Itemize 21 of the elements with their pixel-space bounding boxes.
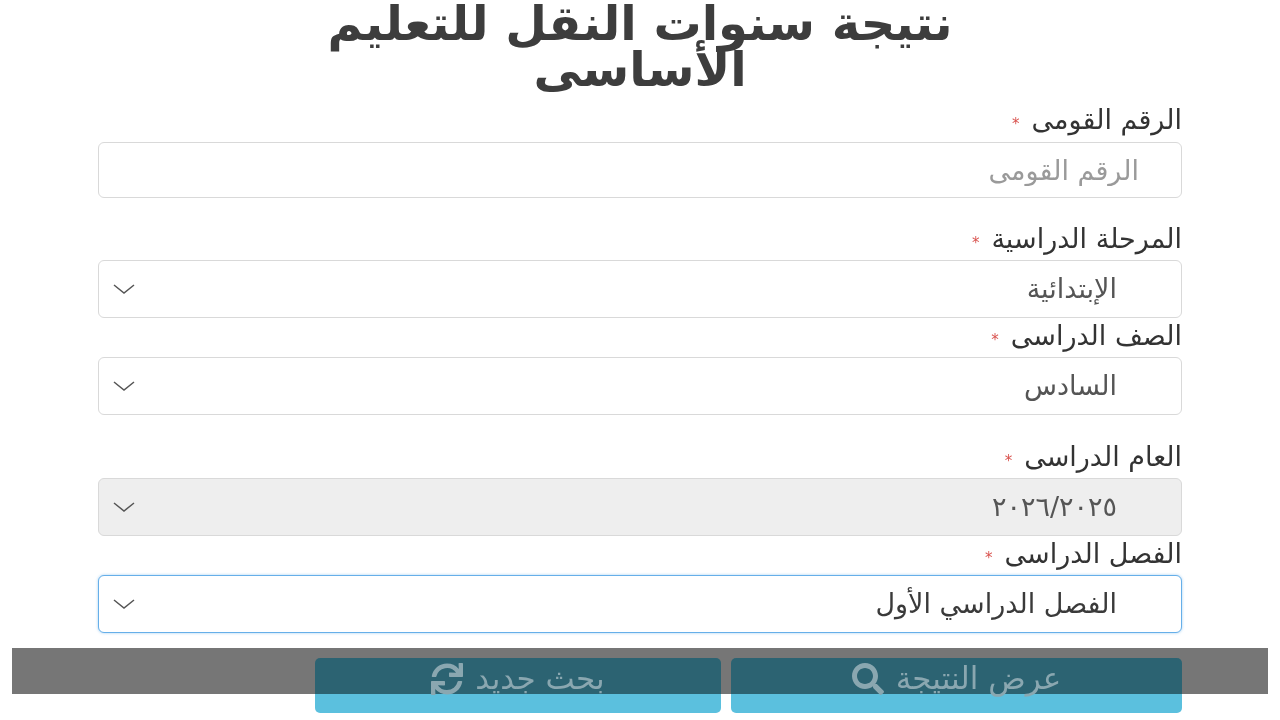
text-field[interactable]: الرقم القومى [98,142,1182,198]
field-label: الصف الدراسى [1010,321,1182,351]
select-field[interactable]: الإبتدائية [98,260,1182,318]
required-asterisk: * [985,550,993,566]
field-label: الرقم القومى [1031,105,1182,135]
chevron-down-icon [113,599,135,609]
chevron-down-icon [113,381,135,391]
field-label: المرحلة الدراسية [991,224,1182,254]
page-title: نتيجة سنوات النقل للتعليم الأساسى [326,0,954,92]
chevron-down-icon [113,284,135,294]
required-asterisk: * [971,235,980,251]
field-label: العام الدراسى [1024,442,1182,472]
select-field[interactable]: السادس [98,357,1182,415]
required-asterisk: * [1004,453,1013,469]
required-asterisk: * [991,332,999,348]
required-asterisk: * [1012,116,1020,132]
refresh-icon [431,662,464,695]
field-label: الفصل الدراسى [1004,539,1182,569]
search-icon [851,662,884,695]
select-field[interactable]: الفصل الدراسي الأول [98,575,1182,633]
chevron-down-icon [113,502,135,512]
